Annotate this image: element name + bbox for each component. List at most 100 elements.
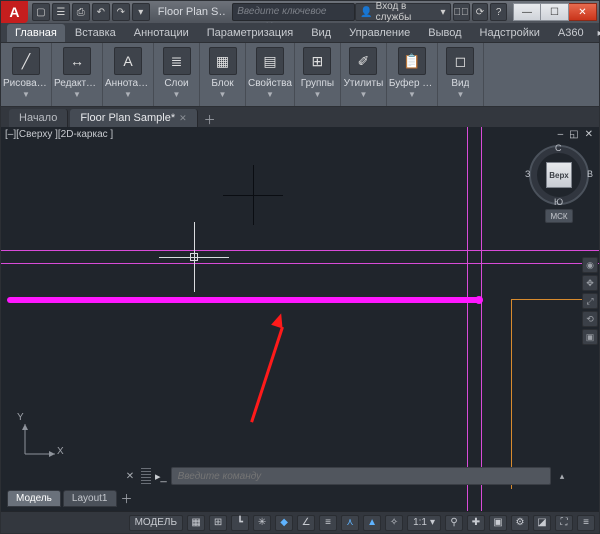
status-isolate-icon[interactable]: ◪ xyxy=(533,515,551,531)
compass-n: С xyxy=(555,143,562,153)
view-compass[interactable]: Верх С Ю З В xyxy=(529,145,589,205)
stayconnected-icon[interactable]: ⟳ xyxy=(472,3,489,21)
tab-output[interactable]: Вывод xyxy=(420,24,469,42)
text-icon: A xyxy=(114,47,142,75)
ribbon-groups[interactable]: ⊞Группы▼ xyxy=(295,43,341,106)
layout-add-button[interactable]: ＋ xyxy=(119,490,135,506)
help-search-input[interactable]: Введите ключевое слово/фразу xyxy=(232,3,355,21)
status-monitor-icon[interactable]: ▣ xyxy=(489,515,507,531)
cmd-close-icon[interactable]: ✕ xyxy=(123,469,137,483)
app-menu-button[interactable]: A xyxy=(1,1,28,23)
chevron-down-icon: ▾ xyxy=(441,7,446,18)
signin-head-icon: 👤 xyxy=(360,7,372,18)
ribbon-draw[interactable]: ╱Рисован…▼ xyxy=(1,43,52,106)
status-otrack-icon[interactable]: ∠ xyxy=(297,515,315,531)
minimize-button[interactable]: — xyxy=(513,3,541,21)
polyline-endpoint[interactable] xyxy=(475,296,483,304)
ribbon-clipboard[interactable]: 📋Буфер о…▼ xyxy=(387,43,438,106)
drawing-viewport[interactable]: [–][Сверху ][2D-каркас ] – ◱ ✕ xyxy=(1,127,599,511)
qat-open-icon[interactable]: ☰ xyxy=(52,3,70,21)
tab-overflow[interactable]: ▸▸ xyxy=(594,25,600,42)
status-person-icon[interactable]: ⋏ xyxy=(341,515,359,531)
tab-parametric[interactable]: Параметризация xyxy=(199,24,301,42)
polyline-object[interactable] xyxy=(7,297,479,303)
status-scale[interactable]: 1:1▾ xyxy=(407,515,441,531)
cmd-history-icon[interactable]: ▴ xyxy=(555,469,569,483)
properties-icon: ▤ xyxy=(256,47,284,75)
new-tab-button[interactable]: ＋ xyxy=(202,111,218,127)
status-anno-icon[interactable]: ✧ xyxy=(385,515,403,531)
doc-tab-start[interactable]: Начало xyxy=(9,109,68,127)
nav-zoom-icon[interactable]: ⤢ xyxy=(582,293,598,309)
ucs-y-label: Y xyxy=(17,412,24,423)
close-button[interactable]: ✕ xyxy=(569,3,597,21)
tab-insert[interactable]: Вставка xyxy=(67,24,124,42)
navigation-widget: Верх С Ю З В МСК xyxy=(525,145,593,223)
group-icon: ⊞ xyxy=(303,47,331,75)
vp-min-icon[interactable]: – xyxy=(558,129,564,140)
status-workspace-icon[interactable]: ✚ xyxy=(467,515,485,531)
sign-in-button[interactable]: 👤 Вход в службы ▾ xyxy=(355,3,450,21)
window-controls: — ☐ ✕ xyxy=(513,3,597,21)
navigation-bar: ◉ ✥ ⤢ ⟲ ▣ xyxy=(581,257,599,345)
cmd-grip-icon[interactable] xyxy=(141,468,151,484)
ribbon-view[interactable]: ◻Вид▼ xyxy=(438,43,484,106)
ucs-chip[interactable]: МСК xyxy=(545,209,573,223)
status-osnap-icon[interactable]: ◆ xyxy=(275,515,293,531)
qat-new-icon[interactable]: ▢ xyxy=(32,3,50,21)
status-lineweight-icon[interactable]: ≡ xyxy=(319,515,337,531)
qat-more-icon[interactable]: ▾ xyxy=(132,3,150,21)
block-icon: ▦ xyxy=(209,47,237,75)
tab-home[interactable]: Главная xyxy=(7,24,65,42)
compass-e: В xyxy=(587,169,593,179)
vp-max-icon[interactable]: ◱ xyxy=(569,129,578,140)
qat-save-icon[interactable]: ⎙ xyxy=(72,3,90,21)
status-polar-icon[interactable]: ✳ xyxy=(253,515,271,531)
view-icon: ◻ xyxy=(446,47,474,75)
ribbon-properties[interactable]: ▤Свойства▼ xyxy=(246,43,295,106)
layout-tab-layout1[interactable]: Layout1 xyxy=(63,490,117,507)
help-icon[interactable]: ? xyxy=(490,3,507,21)
qat-undo-icon[interactable]: ↶ xyxy=(92,3,110,21)
pickbox xyxy=(190,253,198,261)
qat-redo-icon[interactable]: ↷ xyxy=(112,3,130,21)
ribbon-block[interactable]: ▦Блок▼ xyxy=(200,43,246,106)
status-ortho-icon[interactable]: ┗ xyxy=(231,515,249,531)
status-tri-icon[interactable]: ▲ xyxy=(363,515,381,531)
command-input[interactable] xyxy=(171,467,551,485)
tab-a360[interactable]: A360 xyxy=(550,24,592,42)
ribbon-edit[interactable]: ↔Редакти…▼ xyxy=(52,43,103,106)
chevron-down-icon: ▾ xyxy=(430,517,435,528)
exchange-icon[interactable]: ✕⃝ xyxy=(453,3,470,21)
ribbon-layers[interactable]: ≣Слои▼ xyxy=(154,43,200,106)
viewcube[interactable]: Верх xyxy=(546,162,572,188)
tab-manage[interactable]: Управление xyxy=(341,24,418,42)
status-snapmode-icon[interactable]: ⊞ xyxy=(209,515,227,531)
tab-annotate[interactable]: Аннотации xyxy=(126,24,197,42)
status-model[interactable]: МОДЕЛЬ xyxy=(129,515,183,531)
ribbon-annotation[interactable]: AАннотац…▼ xyxy=(103,43,154,106)
status-customize-icon[interactable]: ≡ xyxy=(577,515,595,531)
status-bar: МОДЕЛЬ ▦ ⊞ ┗ ✳ ◆ ∠ ≡ ⋏ ▲ ✧ 1:1▾ ⚲ ✚ ▣ ⚙ … xyxy=(1,511,599,533)
doc-tab-floorplan[interactable]: Floor Plan Sample*✕ xyxy=(70,109,197,127)
tab-addins[interactable]: Надстройки xyxy=(472,24,548,42)
close-tab-icon[interactable]: ✕ xyxy=(179,113,187,124)
nav-orbit-icon[interactable]: ⟲ xyxy=(582,311,598,327)
nav-showmotion-icon[interactable]: ▣ xyxy=(582,329,598,345)
status-cleanscreen-icon[interactable]: ⛶ xyxy=(555,515,573,531)
guide-line-v1 xyxy=(467,127,468,511)
vp-close-icon[interactable]: ✕ xyxy=(585,129,593,140)
ribbon-utilities[interactable]: ✐Утилиты▼ xyxy=(341,43,387,106)
layout-tab-model[interactable]: Модель xyxy=(7,490,61,507)
status-hardware-icon[interactable]: ⚙ xyxy=(511,515,529,531)
ucs-icon[interactable]: X Y xyxy=(19,418,61,463)
status-grid-icon[interactable]: ▦ xyxy=(187,515,205,531)
nav-pan-icon[interactable]: ✥ xyxy=(582,275,598,291)
nav-wheel-icon[interactable]: ◉ xyxy=(582,257,598,273)
status-annoscale-icon[interactable]: ⚲ xyxy=(445,515,463,531)
maximize-button[interactable]: ☐ xyxy=(541,3,569,21)
viewport-label[interactable]: [–][Сверху ][2D-каркас ] xyxy=(5,129,113,140)
compass-w: З xyxy=(525,169,530,179)
annotation-arrow-head xyxy=(271,311,287,328)
tab-view[interactable]: Вид xyxy=(303,24,339,42)
